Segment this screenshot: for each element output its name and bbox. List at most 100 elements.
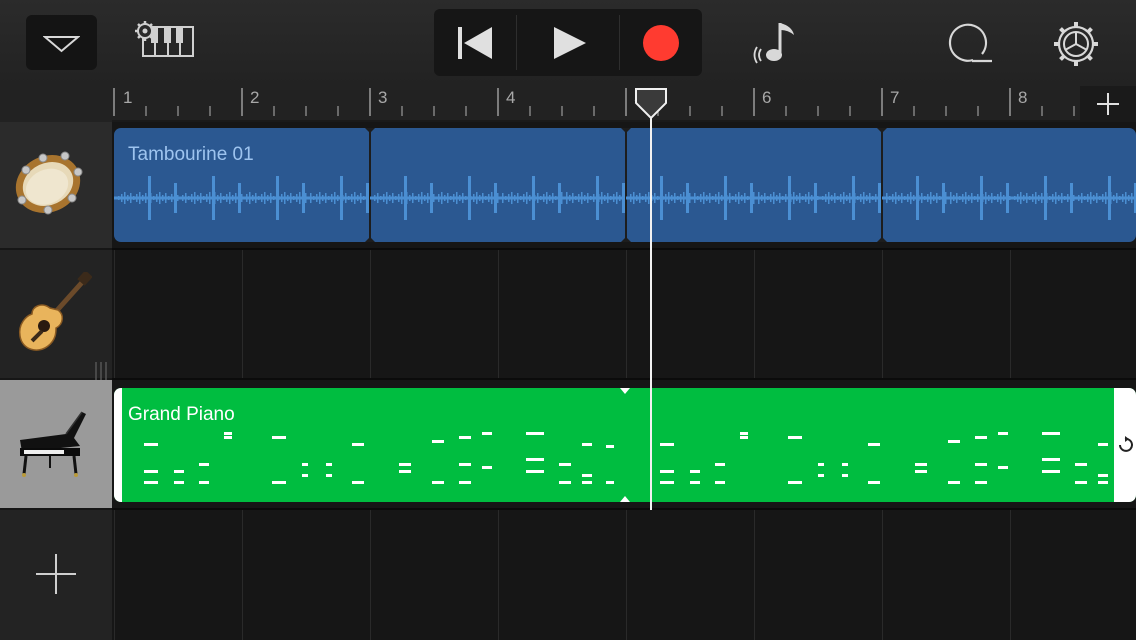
waveform-sample bbox=[604, 195, 606, 201]
waveform-sample bbox=[773, 192, 775, 204]
add-track-button[interactable] bbox=[0, 510, 112, 640]
waveform-sample bbox=[785, 194, 787, 202]
metronome-count-in-button[interactable] bbox=[748, 18, 798, 68]
loop-browser-button[interactable] bbox=[944, 18, 998, 68]
waveform-sample bbox=[1064, 196, 1066, 200]
waveform-sample bbox=[459, 195, 461, 201]
waveform-sample bbox=[1134, 196, 1136, 200]
midi-note bbox=[224, 436, 232, 439]
waveform-sample bbox=[677, 196, 679, 200]
waveform-sample bbox=[747, 196, 749, 200]
waveform-sample bbox=[526, 192, 528, 204]
waveform-sample bbox=[901, 193, 903, 203]
bar-grid-line bbox=[626, 508, 627, 640]
waveform-sample bbox=[427, 193, 429, 203]
keyboard-settings-icon bbox=[135, 21, 194, 57]
waveform-sample bbox=[613, 194, 615, 202]
waveform-sample bbox=[1131, 193, 1133, 203]
midi-note bbox=[199, 481, 209, 484]
midi-note bbox=[715, 463, 725, 466]
waveform-sample bbox=[671, 195, 673, 201]
settings-button[interactable] bbox=[1050, 18, 1102, 70]
grand-piano-icon bbox=[20, 411, 86, 477]
waveform-sample bbox=[555, 196, 557, 200]
waveform-sample bbox=[750, 194, 752, 202]
waveform-sample bbox=[889, 196, 891, 200]
midi-note bbox=[1098, 481, 1108, 484]
waveform-sample bbox=[1096, 193, 1098, 203]
add-section-button[interactable] bbox=[1080, 86, 1136, 122]
waveform-sample bbox=[534, 195, 536, 201]
waveform-sample bbox=[241, 194, 243, 202]
control-bar bbox=[0, 0, 1136, 86]
waveform-sample bbox=[328, 196, 330, 200]
midi-note bbox=[144, 443, 158, 446]
waveform-sample bbox=[1084, 196, 1086, 200]
loop-notch bbox=[365, 128, 375, 133]
waveform-sample bbox=[686, 195, 688, 201]
waveform-sample bbox=[345, 193, 347, 203]
waveform-sample bbox=[700, 194, 702, 202]
playhead-handle[interactable] bbox=[634, 87, 668, 121]
waveform-sample bbox=[342, 195, 344, 201]
track-header-piano[interactable] bbox=[0, 380, 112, 508]
midi-note bbox=[352, 481, 364, 484]
waveform-sample bbox=[377, 193, 379, 203]
midi-note bbox=[144, 470, 158, 473]
midi-note bbox=[915, 470, 927, 473]
waveform-sample bbox=[706, 195, 708, 201]
go-to-beginning-button[interactable] bbox=[434, 9, 516, 76]
loop-notch bbox=[365, 237, 375, 242]
waveform-sample bbox=[834, 193, 836, 203]
waveform-sample bbox=[398, 194, 400, 202]
bar-grid-line bbox=[1010, 508, 1011, 640]
track-header-tambourine[interactable] bbox=[0, 122, 112, 248]
waveform-sample bbox=[721, 195, 723, 201]
waveform-sample bbox=[974, 196, 976, 200]
loop-notch bbox=[620, 496, 630, 502]
waveform-sample bbox=[977, 194, 979, 202]
waveform-sample bbox=[456, 192, 458, 204]
midi-note bbox=[788, 436, 802, 439]
grand-piano-region[interactable]: Grand Piano bbox=[114, 388, 1136, 502]
waveform-sample bbox=[863, 192, 865, 204]
waveform-sample bbox=[633, 192, 635, 204]
my-songs-menu-button[interactable] bbox=[26, 15, 97, 70]
play-button[interactable] bbox=[517, 9, 619, 76]
waveform-sample bbox=[232, 195, 234, 201]
waveform-sample bbox=[732, 196, 734, 200]
tambourine-region[interactable]: Tambourine 01 bbox=[114, 128, 1136, 242]
midi-note bbox=[606, 445, 614, 448]
instrument-browser-button[interactable] bbox=[130, 18, 196, 62]
loop-icon bbox=[948, 23, 992, 63]
waveform-sample bbox=[476, 192, 478, 204]
waveform-sample bbox=[584, 195, 586, 201]
waveform-sample bbox=[840, 194, 842, 202]
waveform-sample bbox=[223, 196, 225, 200]
waveform-sample bbox=[1020, 192, 1022, 204]
waveform-sample bbox=[217, 195, 219, 201]
waveform-sample bbox=[587, 193, 589, 203]
waveform-sample bbox=[799, 193, 801, 203]
waveform-sample bbox=[313, 196, 315, 200]
track-header-guitar[interactable] bbox=[0, 250, 112, 398]
waveform-sample bbox=[837, 196, 839, 200]
waveform-sample bbox=[578, 194, 580, 202]
midi-note bbox=[1075, 481, 1087, 484]
record-button[interactable] bbox=[620, 9, 702, 76]
waveform-sample bbox=[927, 194, 929, 202]
waveform-sample bbox=[767, 196, 769, 200]
bar-grid-line bbox=[242, 508, 243, 640]
waveform-sample bbox=[302, 195, 304, 201]
ruler-corner bbox=[0, 86, 112, 122]
plus-icon bbox=[1097, 93, 1119, 115]
waveform-sample bbox=[290, 193, 292, 203]
waveform-sample bbox=[255, 193, 257, 203]
waveform-sample bbox=[529, 195, 531, 201]
bar-ruler[interactable]: 1 2 3 4 5 6 7 8 bbox=[112, 86, 1136, 122]
waveform-sample bbox=[718, 192, 720, 204]
waveform-sample bbox=[1026, 193, 1028, 203]
midi-note bbox=[690, 470, 700, 473]
waveform-sample bbox=[1116, 193, 1118, 203]
waveform-sample bbox=[1029, 196, 1031, 200]
